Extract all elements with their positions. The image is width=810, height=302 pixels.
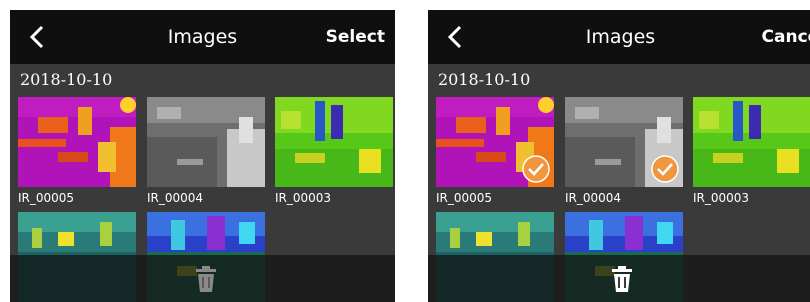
thermal-image-green [275,97,393,187]
image-name-label: IR_00005 [436,191,493,205]
image-name-label: IR_00005 [18,191,75,205]
bottom-action-bar [428,255,810,302]
date-group-label: 2018-10-10 [20,70,113,89]
trash-icon [196,266,216,292]
thermal-image-green [693,97,810,187]
thermal-image-purple [18,97,136,187]
image-thumbnail-ir-00004[interactable] [147,97,265,187]
image-name-label: IR_00003 [275,191,332,205]
image-thumbnail-ir-00005[interactable] [436,97,554,187]
page-title: Images [585,26,656,48]
image-name-label: IR_00003 [693,191,750,205]
image-name-label: IR_00004 [565,191,622,205]
gallery-screen-browse: Images Select 2018-10-10 IR_00005 IR_000… [10,10,395,302]
bottom-action-bar [10,255,395,302]
selected-check-icon [651,155,679,183]
select-button[interactable]: Select [326,10,385,64]
image-thumbnail-ir-00004[interactable] [565,97,683,187]
selected-check-icon [522,155,550,183]
header-bar: Images Select [10,10,395,64]
trash-icon [612,266,632,292]
image-thumbnail-ir-00005[interactable] [18,97,136,187]
cancel-button[interactable]: Cancel [762,10,810,64]
delete-button[interactable] [610,266,634,292]
thermal-image-grayscale [147,97,265,187]
header-bar: Images Cancel [428,10,810,64]
date-group-label: 2018-10-10 [438,70,531,89]
gallery-screen-selecting: Images Cancel 2018-10-10 IR_00005 [428,10,810,302]
delete-button[interactable] [194,266,218,292]
image-thumbnail-ir-00003[interactable] [275,97,393,187]
image-thumbnail-ir-00003[interactable] [693,97,810,187]
image-name-label: IR_00004 [147,191,204,205]
